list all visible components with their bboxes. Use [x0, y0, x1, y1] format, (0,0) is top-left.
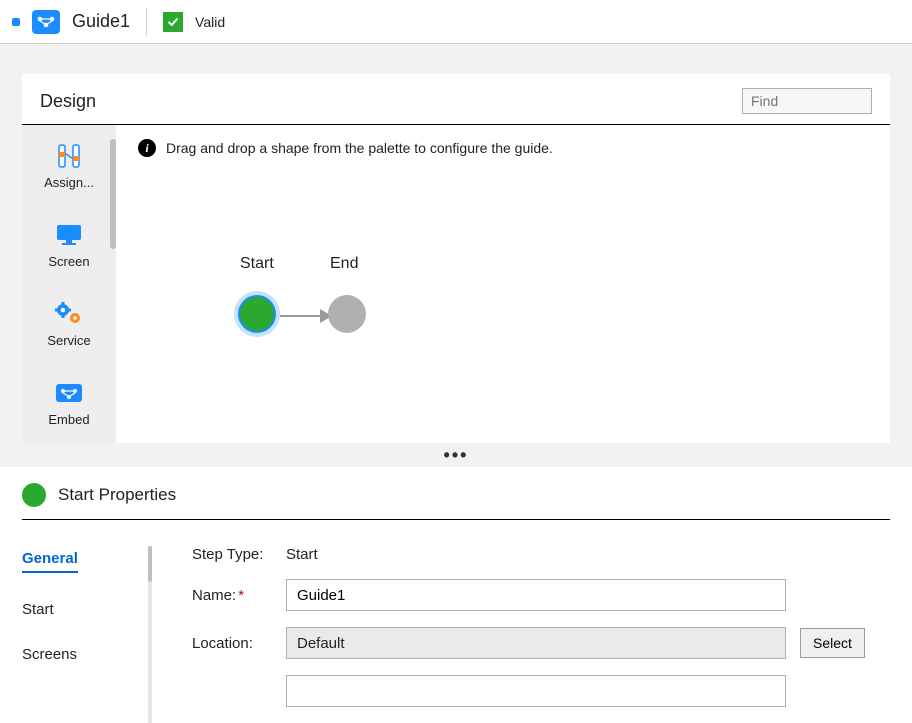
palette: Assign... Screen [22, 125, 122, 443]
status-dot-icon [12, 18, 20, 26]
grip-icon: ••• [444, 445, 469, 466]
palette-item-assign[interactable]: Assign... [22, 141, 116, 190]
palette-item-screen[interactable]: Screen [22, 220, 116, 269]
palette-item-label: Service [47, 333, 90, 348]
palette-item-service[interactable]: Service [22, 299, 116, 348]
flow-edge [280, 315, 330, 317]
valid-label: Valid [195, 14, 225, 30]
tab-start[interactable]: Start [22, 601, 148, 618]
palette-item-label: Screen [48, 254, 89, 269]
tab-general[interactable]: General [22, 550, 78, 573]
end-node[interactable] [328, 295, 366, 333]
palette-item-label: Embed [48, 412, 89, 427]
tab-screens[interactable]: Screens [22, 646, 148, 663]
extra-input[interactable] [286, 675, 786, 707]
location-label: Location: [192, 635, 272, 652]
page-title: Guide1 [72, 11, 130, 32]
palette-item-embed[interactable]: Embed [22, 378, 116, 427]
step-type-label: Step Type: [192, 546, 272, 563]
design-section: Design Assign... [0, 44, 912, 443]
design-title: Design [40, 91, 96, 112]
canvas-hint: i Drag and drop a shape from the palette… [138, 139, 874, 157]
start-node-icon [22, 483, 46, 507]
name-input[interactable] [286, 579, 786, 611]
design-canvas[interactable]: i Drag and drop a shape from the palette… [122, 125, 890, 443]
divider [146, 8, 147, 36]
properties-title: Start Properties [58, 485, 176, 505]
name-label: Name:* [192, 587, 272, 604]
start-node[interactable] [238, 295, 276, 333]
assign-icon [52, 141, 86, 171]
panel-splitter[interactable]: ••• [0, 443, 912, 467]
location-value: Default [286, 627, 786, 659]
screen-icon [52, 220, 86, 250]
service-icon [52, 299, 86, 329]
app-header: Guide1 Valid [0, 0, 912, 44]
find-input[interactable] [742, 88, 872, 114]
scrollbar[interactable] [148, 546, 152, 582]
guide-icon [32, 10, 60, 34]
properties-panel: Start Properties General Start Screens S… [0, 467, 912, 723]
start-node-label: Start [240, 255, 274, 273]
valid-check-icon [163, 12, 183, 32]
properties-nav: General Start Screens [22, 546, 152, 723]
info-icon: i [138, 139, 156, 157]
scrollbar[interactable] [110, 139, 116, 249]
select-button[interactable]: Select [800, 628, 865, 658]
step-type-value: Start [286, 546, 318, 563]
end-node-label: End [330, 255, 358, 273]
properties-form: Step Type: Start Name:* Location: Defaul… [172, 546, 890, 723]
embed-icon [52, 378, 86, 408]
hint-text: Drag and drop a shape from the palette t… [166, 140, 553, 156]
palette-item-label: Assign... [44, 175, 94, 190]
